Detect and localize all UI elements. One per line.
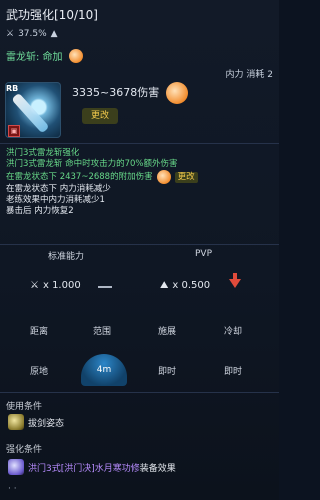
desc-line-with-change: 在雷龙状态下 2437~2688的附加伤害 更改 [6,170,274,184]
desc-line: 暴击后 内力恢复2 [6,206,74,216]
enhance-condition-line: 洪门3式[洪门决]水月寒功修装备效果 [28,461,176,474]
value-cast: 即时 [158,367,177,377]
standard-ability-label: 标准能力 [48,252,85,262]
use-condition-text: 拔剑姿态 [28,419,65,429]
prop-distance: 距离 [30,327,49,337]
enhance-condition-suffix: 装备效果 [139,464,176,474]
crossed-swords-icon: ⚔ [6,29,15,39]
pvp-label: PVP [195,249,213,259]
desc-line: 在雷龙状态下 2437~2688的附加伤害 [6,171,153,182]
rb-badge: RB [6,84,19,93]
use-condition-title: 使用条件 [6,402,43,412]
skill-name-line: 雷龙斩: 命加 [6,48,83,63]
desc-line: 洪门3式雷龙斩强化 [6,148,80,158]
fist-icon [68,48,83,63]
value-cooldown: 即时 [224,367,243,377]
dash-icon [98,286,112,288]
up-arrow-icon: ▲ [50,29,58,39]
pvp-multiplier-value: x 0.500 [172,280,211,291]
enhance-condition-text: 洪门3式[洪门决]水月寒功修 [28,464,140,474]
change-button[interactable]: 更改 [82,108,118,124]
range-badge: 4m [81,354,127,386]
pvp-icon: ⛰ [160,280,169,291]
stance-icon [8,414,24,430]
panel-title: 武功强化[10/10] [6,8,98,22]
down-arrow-icon [229,273,241,288]
divider [0,244,279,245]
divider [0,392,279,393]
fist-icon-large [166,82,188,104]
crossed-swords-icon: ⚔ [30,280,39,291]
dots-icon: · · [8,484,17,494]
standard-multiplier-value: x 1.000 [42,280,81,291]
enhance-icon [8,459,24,475]
pvp-multiplier: ⛰ x 0.500 [160,280,210,291]
inline-change-button[interactable]: 更改 [174,171,198,183]
desc-line: 在雷龙状态下 内力消耗减少 [6,184,111,194]
skill-tooltip-panel: 武功强化[10/10] ⚔ 37.5% ▲ 雷龙斩: 命加 内力 消耗 2 RB… [0,0,279,500]
skill-name: 雷龙斩: 命加 [6,52,63,63]
fist-icon [156,170,171,184]
prop-cooldown: 冷却 [224,327,243,337]
stat-row: ⚔ 37.5% ▲ [6,29,58,39]
enhance-condition-title: 强化条件 [6,445,43,455]
desc-line: 老练效果中内力消耗减少1 [6,195,105,205]
damage-range: 3335~3678伤害 [72,86,160,99]
standard-multiplier: ⚔ x 1.000 [30,280,81,291]
desc-line: 洪门3式雷龙斩 命中时攻击力的70%额外伤害 [6,159,178,169]
value-distance: 原地 [30,367,49,377]
divider [0,143,279,144]
prop-cast: 施展 [158,327,177,337]
lock-icon: ▣ [8,125,20,137]
description-block: 洪门3式雷龙斩强化 洪门3式雷龙斩 命中时攻击力的70%额外伤害 在雷龙状态下 … [6,148,274,217]
resource-cost: 内力 消耗 2 [225,70,273,80]
stat-value: 37.5% [18,29,47,39]
prop-range: 范围 [93,327,112,337]
